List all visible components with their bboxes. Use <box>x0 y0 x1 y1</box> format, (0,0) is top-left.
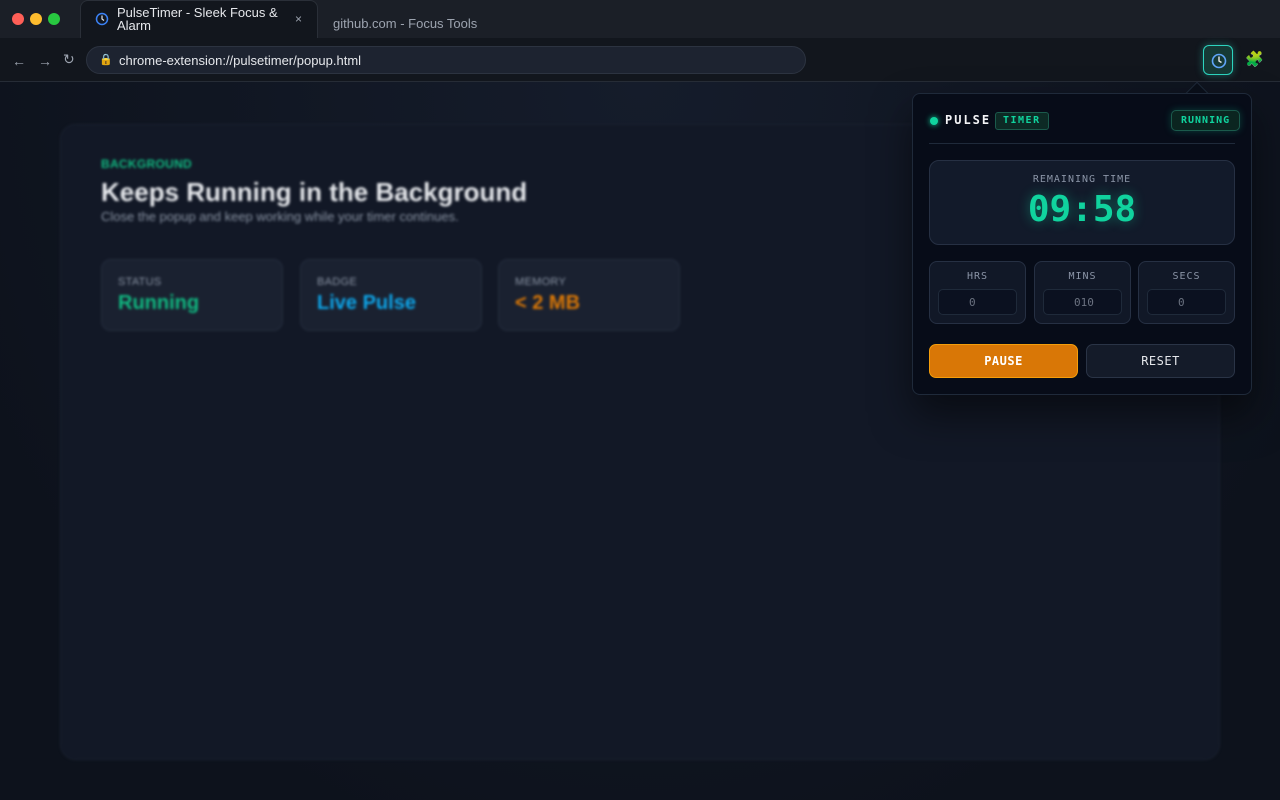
stat-card-status: STATUS Running <box>101 259 283 331</box>
stat-label: STATUS <box>118 276 162 288</box>
stat-label: MEMORY <box>515 276 567 288</box>
maximize-window-button[interactable] <box>48 13 60 25</box>
hours-label: HRS <box>966 271 989 282</box>
tab-github[interactable]: github.com - Focus Tools <box>333 16 477 31</box>
minutes-input[interactable] <box>1043 289 1122 315</box>
minutes-field: MINS <box>1034 261 1131 324</box>
stat-card-badge: BADGE Live Pulse <box>300 259 482 331</box>
stat-label: BADGE <box>317 276 358 288</box>
close-window-button[interactable] <box>12 13 24 25</box>
reset-button[interactable]: RESET <box>1086 344 1235 378</box>
hours-field: HRS <box>929 261 1026 324</box>
back-arrow-icon[interactable]: ← <box>12 53 26 69</box>
minimize-window-button[interactable] <box>30 13 42 25</box>
forward-arrow-icon[interactable]: → <box>38 53 52 69</box>
close-tab-icon[interactable]: × <box>295 12 302 26</box>
status-badge: RUNNING <box>1171 110 1241 131</box>
tab-title: PulseTimer - Sleek Focus & Alarm <box>117 5 278 33</box>
live-status-dot <box>930 117 938 125</box>
hours-input[interactable] <box>938 289 1017 315</box>
browser-titlebar: PulseTimer - Sleek Focus & Alarm × githu… <box>0 0 1280 38</box>
clock-icon <box>95 12 109 26</box>
stat-card-memory: MEMORY < 2 MB <box>498 259 680 331</box>
extension-popup: PULSE TIMER RUNNING REMAINING TIME 09:58… <box>912 93 1252 395</box>
section-eyebrow: BACKGROUND <box>101 157 192 171</box>
seconds-input[interactable] <box>1147 289 1226 315</box>
seconds-label: SECS <box>1172 271 1201 282</box>
extensions-puzzle-icon[interactable]: 🧩 <box>1245 50 1264 68</box>
brand-name: PULSE <box>945 113 992 127</box>
stat-value: < 2 MB <box>515 292 581 314</box>
url-text[interactable]: chrome-extension://pulsetimer/popup.html <box>119 53 361 68</box>
page-heading: Keeps Running in the Background <box>101 177 528 207</box>
browser-toolbar: ← → ↻ 🔒 chrome-extension://pulsetimer/po… <box>0 38 1280 82</box>
remaining-time-panel: REMAINING TIME 09:58 <box>929 160 1235 245</box>
reload-icon[interactable]: ↻ <box>63 51 75 68</box>
divider <box>929 143 1235 144</box>
page-subtitle: Close the popup and keep working while y… <box>101 209 459 224</box>
lock-icon: 🔒 <box>99 54 113 66</box>
pause-button[interactable]: PAUSE <box>929 344 1078 378</box>
remaining-time-label: REMAINING TIME <box>1032 174 1132 185</box>
stat-value: Running <box>118 292 200 314</box>
pulsetimer-extension-button[interactable] <box>1203 45 1233 75</box>
address-bar[interactable]: 🔒 chrome-extension://pulsetimer/popup.ht… <box>86 46 806 74</box>
tab-pulsetimer[interactable]: PulseTimer - Sleek Focus & Alarm × <box>80 0 318 38</box>
seconds-field: SECS <box>1138 261 1235 324</box>
stat-value: Live Pulse <box>317 292 416 314</box>
remaining-time-display: 09:58 <box>1027 189 1137 230</box>
minutes-label: MINS <box>1068 271 1097 282</box>
timer-icon <box>1211 53 1227 69</box>
brand-badge: TIMER <box>995 112 1049 130</box>
